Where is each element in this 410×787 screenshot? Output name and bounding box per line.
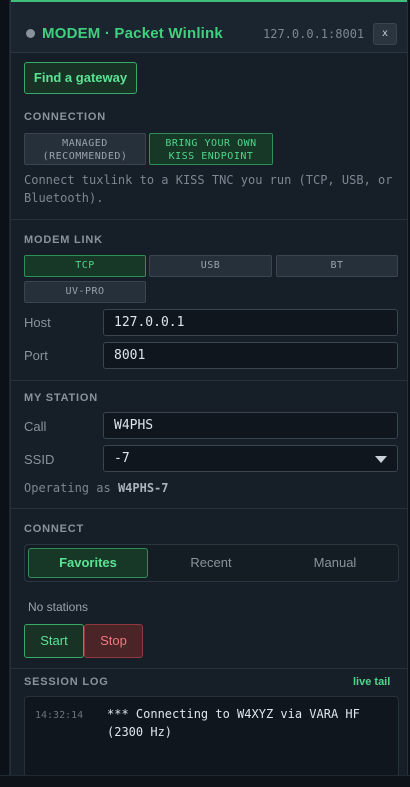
divider: [11, 219, 407, 220]
connection-heading: CONNECTION: [24, 111, 106, 123]
divider: [11, 380, 407, 381]
status-dot-icon: [26, 29, 35, 38]
divider: [11, 508, 407, 509]
connect-tabs: Favorites Recent Manual: [24, 544, 399, 582]
divider: [11, 668, 407, 669]
tab-recent[interactable]: Recent: [151, 548, 271, 578]
title-bar: MODEM · Packet Winlink 127.0.0.1:8001 x: [11, 0, 407, 53]
left-gutter: [0, 0, 10, 787]
operating-as-text: Operating as W4PHS-7: [24, 481, 169, 495]
modem-link-heading: MODEM LINK: [24, 234, 103, 246]
my-station-heading: MY STATION: [24, 392, 98, 404]
mode-kiss-line1: BRING YOUR OWN: [165, 138, 257, 149]
call-input[interactable]: W4PHS: [103, 412, 398, 439]
link-tcp-button[interactable]: TCP: [24, 255, 146, 277]
session-log: 14:32:14 *** Connecting to W4XYZ via VAR…: [24, 696, 399, 778]
ssid-label: SSID: [24, 452, 55, 467]
mode-kiss-endpoint-button[interactable]: BRING YOUR OWN KISS ENDPOINT: [149, 133, 273, 165]
mode-managed-line1: MANAGED: [62, 138, 108, 149]
link-usb-button[interactable]: USB: [149, 255, 272, 277]
find-gateway-button[interactable]: Find a gateway: [24, 62, 137, 94]
tab-manual[interactable]: Manual: [274, 548, 396, 578]
close-button[interactable]: x: [373, 23, 397, 45]
port-label: Port: [24, 348, 48, 363]
link-bt-button[interactable]: BT: [276, 255, 398, 277]
stop-button[interactable]: Stop: [84, 624, 143, 658]
endpoint-label: 127.0.0.1:8001: [263, 27, 365, 41]
chevron-down-icon: [375, 456, 387, 463]
empty-stations-text: No stations: [28, 600, 89, 614]
modem-panel: MODEM · Packet Winlink 127.0.0.1:8001 x …: [10, 0, 408, 787]
connect-heading: CONNECT: [24, 523, 84, 535]
connection-hint: Connect tuxlink to a KISS TNC you run (T…: [24, 173, 393, 205]
bottom-scroll-edge: [0, 775, 410, 787]
operating-prefix: Operating as: [24, 481, 111, 495]
host-label: Host: [24, 315, 51, 330]
call-label: Call: [24, 419, 47, 434]
window-title: MODEM · Packet Winlink: [42, 25, 223, 42]
ssid-select[interactable]: -7: [103, 445, 398, 472]
mode-managed-line2: (RECOMMENDED): [42, 151, 128, 162]
start-button[interactable]: Start: [24, 624, 84, 658]
port-input[interactable]: 8001: [103, 342, 398, 369]
operating-callsign: W4PHS-7: [117, 481, 169, 495]
link-uv-pro-button[interactable]: UV-PRO: [24, 281, 146, 303]
session-log-heading: SESSION LOG: [24, 676, 109, 688]
log-timestamp: 14:32:14: [35, 710, 84, 721]
mode-managed-button[interactable]: MANAGED (RECOMMENDED): [24, 133, 146, 165]
ssid-value: -7: [114, 451, 130, 466]
mode-kiss-line2: KISS ENDPOINT: [168, 151, 254, 162]
log-message: *** Connecting to W4XYZ via VARA HF (230…: [107, 707, 360, 739]
host-input[interactable]: 127.0.0.1: [103, 309, 398, 336]
tab-favorites[interactable]: Favorites: [28, 548, 148, 578]
live-tail-toggle[interactable]: live tail: [353, 676, 390, 688]
